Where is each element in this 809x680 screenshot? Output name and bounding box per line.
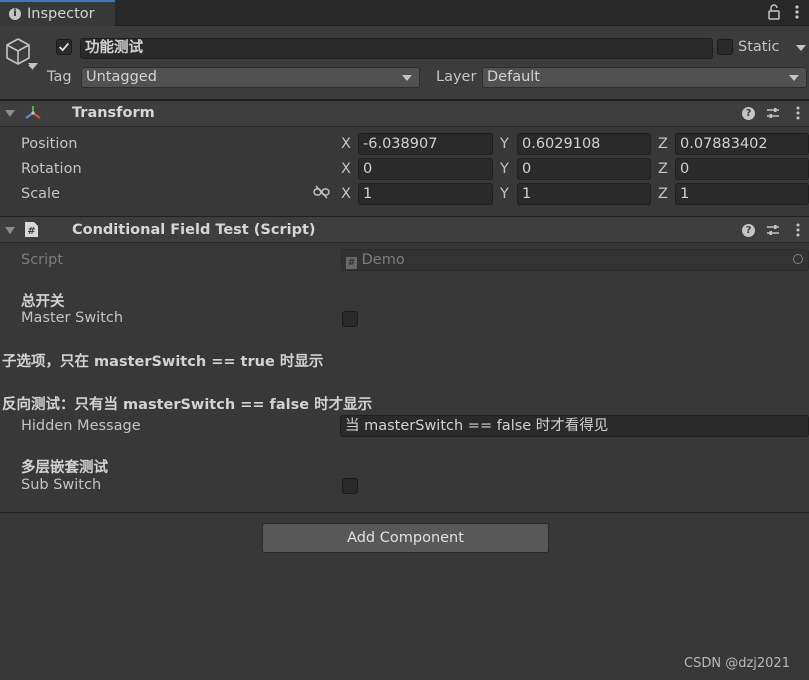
lock-icon[interactable]: [767, 4, 781, 20]
svg-text:#: #: [27, 226, 35, 237]
rotation-x-axis[interactable]: X: [341, 161, 351, 177]
position-z-field[interactable]: 0.07883402: [675, 133, 809, 155]
help-icon[interactable]: ?: [742, 224, 755, 237]
unlink-icon[interactable]: [313, 185, 330, 199]
position-z-axis[interactable]: Z: [658, 136, 668, 152]
scale-z-axis[interactable]: Z: [658, 186, 668, 202]
position-x-field[interactable]: -6.038907: [358, 133, 493, 155]
header-reverse-test: 反向测试：只有当 masterSwitch == false 时才显示: [2, 397, 373, 413]
rotation-z-field[interactable]: 0: [675, 158, 809, 180]
scale-label: Scale: [21, 186, 61, 202]
layer-dropdown[interactable]: Default: [482, 67, 807, 88]
tag-value: Untagged: [86, 69, 157, 85]
object-name-input[interactable]: 功能测试: [80, 38, 713, 59]
header-sub-options: 子选项，只在 masterSwitch == true 时显示: [2, 354, 324, 370]
help-icon[interactable]: ?: [742, 107, 755, 120]
hidden-message-input[interactable]: 当 masterSwitch == false 时才看得见: [340, 415, 809, 437]
script-value: Demo: [361, 252, 405, 268]
static-label: Static: [738, 39, 780, 55]
tab-bar: [0, 0, 809, 26]
kebab-menu-icon[interactable]: [793, 223, 803, 237]
position-y-field[interactable]: 0.6029108: [517, 133, 651, 155]
tab-label: Inspector: [27, 6, 95, 22]
header-master-switch: 总开关: [21, 294, 65, 310]
rotation-label: Rotation: [21, 161, 82, 177]
active-checkbox[interactable]: [56, 39, 72, 55]
script-component-title: Conditional Field Test (Script): [72, 222, 316, 238]
icon-dropdown-arrow[interactable]: [28, 63, 38, 69]
tag-label: Tag: [47, 69, 72, 85]
rotation-x-field[interactable]: 0: [358, 158, 493, 180]
scale-y-axis[interactable]: Y: [500, 186, 509, 202]
preset-sliders-icon[interactable]: [766, 106, 780, 120]
component-separator: [0, 512, 809, 513]
preset-sliders-icon[interactable]: [766, 223, 780, 237]
position-label: Position: [21, 136, 78, 152]
hidden-message-label: Hidden Message: [21, 418, 141, 434]
tab-inspector[interactable]: i Inspector: [0, 0, 115, 26]
rotation-y-field[interactable]: 0: [517, 158, 651, 180]
script-foldout-arrow[interactable]: [5, 227, 15, 234]
chevron-down-icon: [789, 75, 799, 81]
kebab-menu-icon[interactable]: [793, 106, 803, 120]
info-icon: i: [9, 8, 21, 20]
script-icon: #: [25, 222, 38, 237]
watermark: CSDN @dzj2021: [684, 656, 790, 671]
script-label: Script: [21, 252, 64, 268]
position-y-axis[interactable]: Y: [500, 136, 509, 152]
header-nested-test: 多层嵌套测试: [21, 460, 108, 476]
add-component-button[interactable]: Add Component: [262, 523, 549, 553]
rotation-z-axis[interactable]: Z: [658, 161, 668, 177]
transform-icon: [25, 106, 41, 119]
static-dropdown-arrow[interactable]: [796, 45, 806, 51]
master-switch-label: Master Switch: [21, 310, 124, 326]
chevron-down-icon: [402, 75, 412, 81]
sub-switch-label: Sub Switch: [21, 477, 102, 493]
sub-switch-checkbox[interactable]: [342, 478, 358, 494]
layer-value: Default: [487, 69, 540, 85]
scale-x-axis[interactable]: X: [341, 186, 351, 202]
script-icon: #: [346, 257, 357, 269]
static-checkbox[interactable]: [717, 39, 733, 55]
master-switch-checkbox[interactable]: [342, 311, 358, 327]
kebab-menu-icon[interactable]: [791, 4, 803, 20]
rotation-y-axis[interactable]: Y: [500, 161, 509, 177]
scale-y-field[interactable]: 1: [517, 183, 651, 205]
object-picker-icon: [793, 254, 803, 264]
layer-label: Layer: [436, 69, 477, 85]
scale-z-field[interactable]: 1: [675, 183, 809, 205]
transform-foldout-arrow[interactable]: [5, 110, 15, 117]
position-x-axis[interactable]: X: [341, 136, 351, 152]
tag-dropdown[interactable]: Untagged: [81, 67, 420, 88]
script-object-field: # Demo: [341, 249, 809, 271]
scale-x-field[interactable]: 1: [358, 183, 493, 205]
transform-title: Transform: [72, 105, 155, 121]
